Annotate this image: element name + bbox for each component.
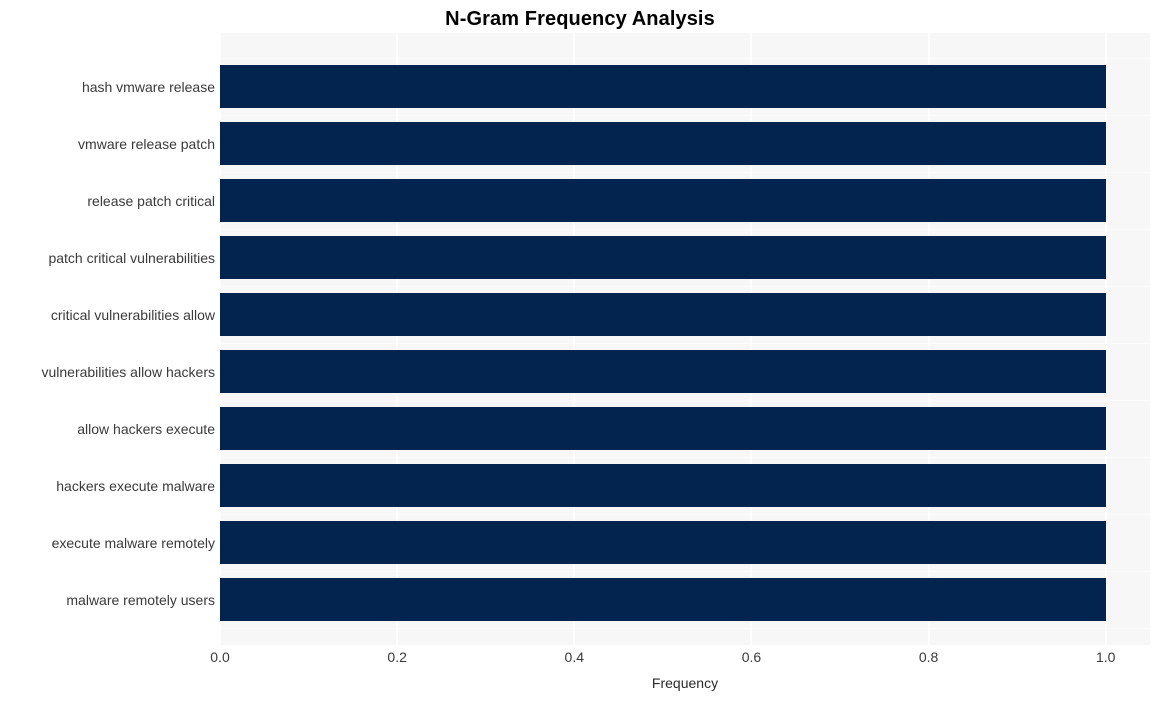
bar <box>220 293 1106 336</box>
bar <box>220 179 1106 222</box>
gridline-horizontal <box>220 571 1150 572</box>
x-axis-tick-label: 1.0 <box>1095 649 1116 665</box>
gridline-horizontal <box>220 115 1150 116</box>
gridline-horizontal <box>220 58 1150 59</box>
bar <box>220 350 1106 393</box>
bar <box>220 464 1106 507</box>
y-axis-tick-label: execute malware remotely <box>51 534 215 551</box>
gridline-horizontal <box>220 229 1150 230</box>
gridline-horizontal <box>220 514 1150 515</box>
x-axis-tick-label: 0.4 <box>564 649 585 665</box>
gridline-horizontal <box>220 286 1150 287</box>
bar <box>220 65 1106 108</box>
gridline-horizontal <box>220 172 1150 173</box>
bar <box>220 407 1106 450</box>
y-axis-tick-labels: hash vmware release vmware release patch r… <box>0 33 215 645</box>
chart-figure: N-Gram Frequency Analysis hash vmware re… <box>0 0 1160 701</box>
bar <box>220 521 1106 564</box>
x-axis-tick-labels: 0.0 0.2 0.4 0.6 0.8 1.0 <box>0 648 1160 670</box>
y-axis-tick-label: malware remotely users <box>66 591 215 608</box>
gridline-horizontal <box>220 457 1150 458</box>
bar <box>220 578 1106 621</box>
y-axis-tick-label: allow hackers execute <box>77 420 215 437</box>
y-axis-tick-label: hackers execute malware <box>56 477 215 494</box>
plot-area <box>219 33 1150 645</box>
gridline-horizontal <box>220 343 1150 344</box>
gridline-horizontal <box>220 628 1150 629</box>
x-axis-title: Frequency <box>651 675 719 691</box>
y-axis-tick-label: hash vmware release <box>81 78 215 95</box>
gridline-horizontal <box>220 400 1150 401</box>
chart-title: N-Gram Frequency Analysis <box>445 8 715 30</box>
x-axis-tick-label: 0.2 <box>387 649 407 665</box>
x-axis-tick-label: 0.0 <box>210 649 230 665</box>
y-axis-tick-label: vulnerabilities allow hackers <box>41 363 215 380</box>
y-axis-tick-label: vmware release patch <box>78 135 215 152</box>
x-axis-tick-label: 0.6 <box>741 649 762 665</box>
y-axis-tick-label: patch critical vulnerabilities <box>48 249 215 266</box>
x-axis-tick-label: 0.8 <box>918 649 939 665</box>
bar <box>220 236 1106 279</box>
bar <box>220 122 1106 165</box>
y-axis-tick-label: critical vulnerabilities allow <box>50 306 215 323</box>
y-axis-tick-label: release patch critical <box>87 192 215 209</box>
